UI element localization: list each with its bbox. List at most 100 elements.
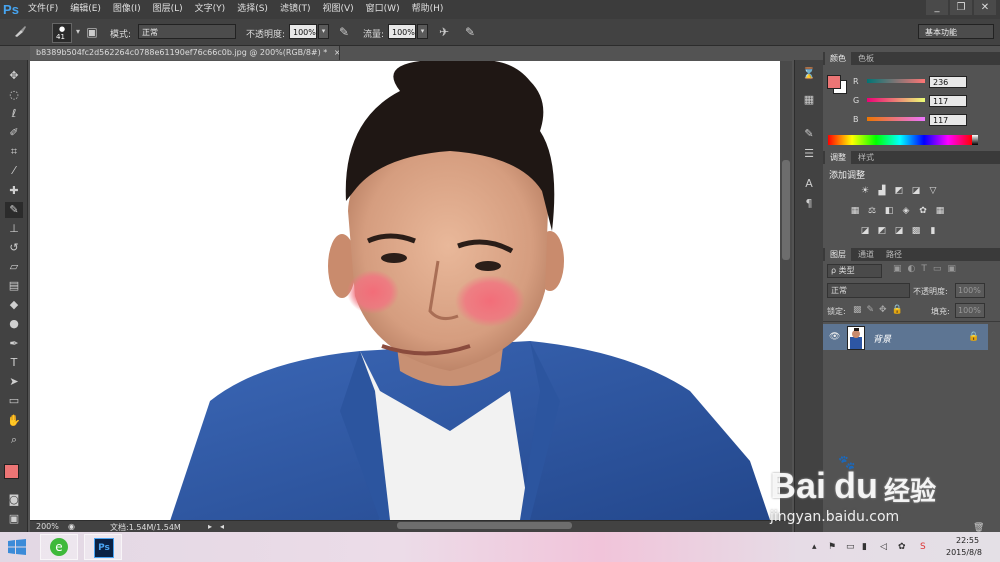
flow-dropdown[interactable]: ▾	[417, 24, 428, 39]
marquee-tool-icon[interactable]: ◌	[5, 87, 23, 103]
mode-select[interactable]: 正常	[138, 24, 236, 39]
taskbar-time[interactable]: 22:55	[956, 536, 979, 545]
tray-ime-icon[interactable]: S	[920, 542, 926, 552]
curves-icon[interactable]: ◩	[893, 186, 905, 197]
zoom-level[interactable]: 200%	[36, 522, 59, 531]
r-slider[interactable]	[867, 79, 925, 83]
gradient-tool-icon[interactable]: ▤	[5, 278, 23, 294]
channel-mixer-icon[interactable]: ✿	[917, 206, 929, 217]
lock-icons[interactable]: ▩✎✥🔒	[853, 305, 908, 315]
levels-icon[interactable]: ▟	[876, 186, 888, 197]
character-panel-icon[interactable]: A	[801, 176, 817, 192]
hand-tool-icon[interactable]: ✋	[5, 413, 23, 429]
layer-filter-icons[interactable]: ▣◐T▭▣	[893, 264, 962, 274]
menu-select[interactable]: 选择(S)	[231, 0, 274, 19]
healing-brush-tool-icon[interactable]: ✚	[5, 183, 23, 199]
actions-panel-icon[interactable]: ▦	[801, 92, 817, 108]
visibility-eye-icon[interactable]: 👁	[829, 332, 840, 342]
document-tab[interactable]: b8389b504fc2d562264c0788e61190ef76c66c0b…	[30, 46, 340, 60]
menu-image[interactable]: 图像(I)	[107, 0, 147, 19]
opacity-input[interactable]: 100%	[289, 24, 317, 39]
path-select-tool-icon[interactable]: ➤	[5, 374, 23, 390]
brightness-icon[interactable]: ☀	[859, 186, 871, 197]
menu-window[interactable]: 窗口(W)	[360, 0, 406, 19]
foreground-color-swatch[interactable]	[827, 75, 841, 89]
tray-volume-icon[interactable]: ◁	[880, 542, 887, 552]
tab-adjustments[interactable]: 调整	[825, 151, 851, 164]
taskbar-browser-button[interactable]: e	[40, 534, 78, 560]
screen-mode-icon[interactable]: ▣	[5, 511, 23, 527]
brush-tool-icon[interactable]: ✎	[5, 202, 23, 218]
photo-filter-icon[interactable]: ◈	[900, 206, 912, 217]
quick-mask-icon[interactable]: ◙	[5, 492, 23, 508]
tray-arrow-icon[interactable]: ▴	[812, 542, 817, 552]
foreground-color-swatch[interactable]	[4, 464, 19, 479]
close-tab-icon[interactable]: ×	[334, 48, 339, 57]
opacity-dropdown[interactable]: ▾	[318, 24, 329, 39]
tray-flag-icon[interactable]: ⚑	[828, 542, 836, 552]
move-tool-icon[interactable]: ✥	[5, 68, 23, 84]
vertical-scroll-thumb[interactable]	[782, 160, 790, 260]
windows-start-icon[interactable]	[8, 539, 26, 555]
horizontal-scroll-thumb[interactable]	[397, 522, 572, 529]
r-value[interactable]: 236	[929, 76, 967, 88]
layer-row-background[interactable]: 👁 背景 🔒	[823, 324, 988, 350]
layer-opacity-input[interactable]: 100%	[955, 283, 985, 298]
exposure-icon[interactable]: ◪	[910, 186, 922, 197]
threshold-icon[interactable]: ◪	[893, 226, 905, 237]
layer-filter-select[interactable]: ρ 类型	[827, 264, 882, 278]
workspace-select[interactable]: 基本功能	[918, 24, 994, 39]
hue-saturation-icon[interactable]: ▦	[849, 206, 861, 217]
blend-mode-select[interactable]: 正常	[827, 283, 910, 298]
blur-tool-icon[interactable]: ◆	[5, 297, 23, 313]
quick-select-tool-icon[interactable]: ✐	[5, 125, 23, 141]
clone-stamp-tool-icon[interactable]: ⊥	[5, 221, 23, 237]
tab-layers[interactable]: 图层	[825, 248, 851, 261]
history-panel-icon[interactable]: ⌛	[801, 66, 817, 82]
crop-tool-icon[interactable]: ⌗	[5, 144, 23, 160]
status-menu-arrow-icon[interactable]: ▸	[208, 522, 212, 531]
dodge-tool-icon[interactable]: ●	[5, 316, 23, 332]
taskbar-date[interactable]: 2015/8/8	[946, 548, 982, 557]
rectangle-tool-icon[interactable]: ▭	[5, 393, 23, 409]
menu-help[interactable]: 帮助(H)	[406, 0, 450, 19]
tab-channels[interactable]: 通道	[853, 248, 879, 261]
minimize-button[interactable]: _	[926, 0, 948, 15]
taskbar-photoshop-button[interactable]: Ps	[84, 534, 122, 560]
history-brush-tool-icon[interactable]: ↺	[5, 240, 23, 256]
flow-input[interactable]: 100%	[388, 24, 416, 39]
vibrance-icon[interactable]: ▽	[927, 186, 939, 197]
layer-name[interactable]: 背景	[873, 332, 891, 345]
pen-tool-icon[interactable]: ✒	[5, 336, 23, 352]
gradient-map-icon[interactable]: ▮	[927, 226, 939, 237]
tablet-pressure-size-icon[interactable]: ✎	[462, 24, 478, 40]
menu-edit[interactable]: 编辑(E)	[64, 0, 107, 19]
tray-app-icon[interactable]: ✿	[898, 542, 906, 552]
lasso-tool-icon[interactable]: ℓ	[5, 106, 23, 122]
tablet-pressure-opacity-icon[interactable]: ✎	[336, 24, 352, 40]
tray-battery-icon[interactable]: ▭	[846, 542, 855, 552]
scroll-left-icon[interactable]: ◂	[220, 522, 224, 531]
type-tool-icon[interactable]: T	[5, 355, 23, 371]
brush-presets-icon[interactable]: ☰	[801, 146, 817, 162]
color-balance-icon[interactable]: ⚖	[866, 206, 878, 217]
menu-filter[interactable]: 滤镜(T)	[274, 0, 317, 19]
b-value[interactable]: 117	[929, 114, 967, 126]
color-lookup-icon[interactable]: ▦	[934, 206, 946, 217]
b-slider[interactable]	[867, 117, 925, 121]
brush-tool-icon[interactable]	[12, 24, 28, 40]
tab-styles[interactable]: 样式	[853, 151, 879, 164]
zoom-tool-icon[interactable]: ⌕	[5, 432, 23, 448]
tab-paths[interactable]: 路径	[881, 248, 907, 261]
selective-color-icon[interactable]: ▩	[910, 226, 922, 237]
color-spectrum-ramp[interactable]	[828, 135, 972, 145]
tray-network-icon[interactable]: ▮	[862, 542, 867, 552]
brush-panel-icon[interactable]: ▣	[84, 24, 100, 40]
restore-button[interactable]: ❐	[950, 0, 972, 15]
document-canvas[interactable]	[30, 61, 780, 520]
menu-file[interactable]: 文件(F)	[22, 0, 64, 19]
airbrush-icon[interactable]: ✈	[436, 24, 452, 40]
black-white-icon[interactable]: ◧	[883, 206, 895, 217]
menu-layer[interactable]: 图层(L)	[147, 0, 189, 19]
menu-type[interactable]: 文字(Y)	[189, 0, 232, 19]
